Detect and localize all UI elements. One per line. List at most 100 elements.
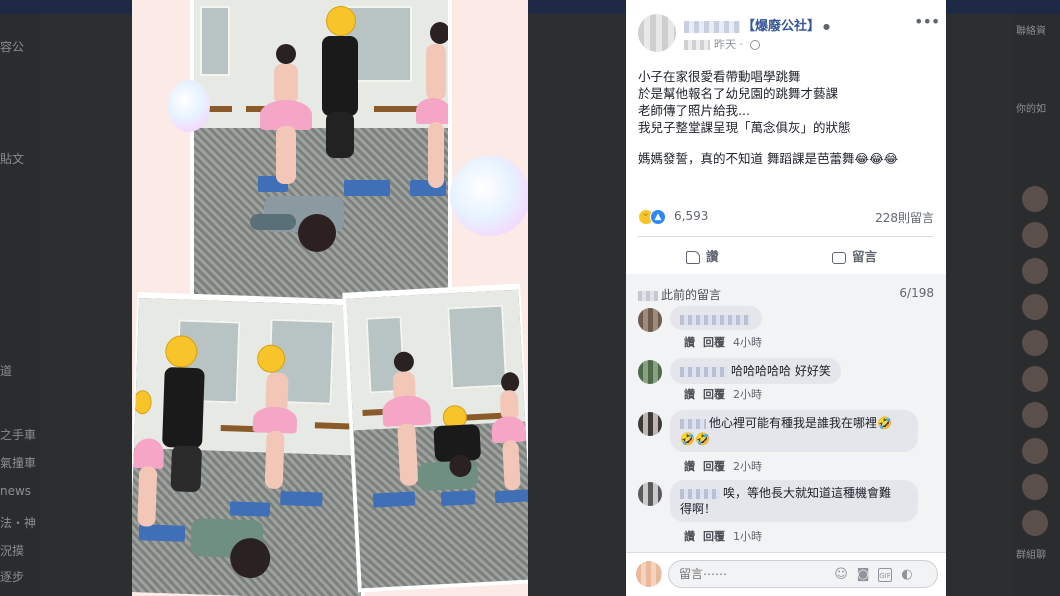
blurred-name bbox=[684, 20, 740, 33]
background-text: 貼文 bbox=[0, 152, 25, 166]
comment-meta: 讚回覆 2小時 bbox=[684, 386, 770, 402]
comment-time[interactable]: 2小時 bbox=[733, 460, 762, 473]
comment-reply-link[interactable]: 回覆 bbox=[703, 388, 725, 401]
background-left-column bbox=[0, 14, 40, 596]
like-label: 讚 bbox=[706, 249, 719, 264]
reaction-icons[interactable]: ᵕ ▲ bbox=[638, 208, 666, 225]
background-text: 氣撞車 bbox=[0, 456, 37, 470]
like-reaction-icon: ▲ bbox=[650, 209, 666, 225]
more-horizontal-icon[interactable]: ••• bbox=[914, 12, 940, 31]
comment-time[interactable]: 1小時 bbox=[733, 530, 762, 543]
like-button[interactable]: 讚 bbox=[686, 246, 719, 265]
author-label[interactable]: 【爆廢公社】 bbox=[742, 19, 820, 34]
background-text: 容公 bbox=[0, 40, 25, 54]
emoji-icon[interactable]: ☺ bbox=[834, 568, 848, 582]
post-actions: 讚 留言 bbox=[638, 240, 934, 270]
background-text: 聯絡資 bbox=[1016, 26, 1046, 37]
current-user-avatar bbox=[636, 561, 662, 587]
commenter-avatar[interactable] bbox=[638, 482, 662, 506]
background-text: 你的如 bbox=[1016, 104, 1046, 115]
comment-time[interactable]: 2小時 bbox=[733, 388, 762, 401]
background-text: 群組聊 bbox=[1016, 550, 1046, 561]
post-time[interactable]: 昨天 bbox=[714, 38, 736, 51]
gif-icon[interactable]: GIF bbox=[878, 568, 892, 582]
post-header: 【爆廢公社】 ● 昨天 · ••• bbox=[626, 0, 946, 58]
comment-text: 哈哈哈哈哈 好好笑 bbox=[731, 364, 831, 378]
comment-meta: 讚回覆 1小時 bbox=[684, 528, 770, 544]
post-panel: 【爆廢公社】 ● 昨天 · ••• 小子在家很愛看帶動唱學跳舞 於是幫他報名了幼兒… bbox=[626, 0, 946, 596]
previous-comments-row[interactable]: 此前的留言 6/198 bbox=[638, 286, 934, 303]
comment-like-link[interactable]: 讚 bbox=[684, 336, 695, 349]
comment-label: 留言 bbox=[852, 249, 878, 264]
comment-text: 🤣🤣 bbox=[680, 432, 710, 446]
comment-button[interactable]: 留言 bbox=[832, 246, 877, 265]
thumbs-up-icon bbox=[686, 251, 700, 264]
comment-like-link[interactable]: 讚 bbox=[684, 530, 695, 543]
comment-reply-link[interactable]: 回覆 bbox=[703, 460, 725, 473]
contact-avatar bbox=[1022, 330, 1048, 356]
comment-reply-link[interactable]: 回覆 bbox=[703, 530, 725, 543]
photo-top bbox=[194, 0, 448, 310]
comment-text: 得啊！ bbox=[680, 502, 717, 516]
blurred-text bbox=[684, 40, 710, 50]
commenter-avatar[interactable] bbox=[638, 308, 662, 332]
background-text: 況摸 bbox=[0, 544, 25, 558]
comment-bubble: 他心裡可能有種我是誰我在哪裡🤣 🤣🤣 bbox=[670, 410, 918, 452]
post-line: 於是幫他報名了幼兒園的跳舞才藝課 bbox=[638, 86, 839, 101]
photo-viewer[interactable] bbox=[132, 0, 528, 596]
post-line: 老師傳了照片給我... bbox=[638, 103, 750, 118]
decorative-bubble bbox=[168, 80, 210, 132]
contact-avatar bbox=[1022, 366, 1048, 392]
composer-icons: ☺ ◙ GIF ◐ bbox=[834, 567, 922, 582]
contact-avatar bbox=[1022, 294, 1048, 320]
background-text: 道 bbox=[0, 364, 13, 378]
reaction-count[interactable]: 6,593 bbox=[674, 209, 708, 223]
page-avatar[interactable] bbox=[638, 14, 676, 52]
decorative-bubble bbox=[450, 156, 528, 236]
comment-meta: 讚回覆 4小時 bbox=[684, 334, 770, 350]
previous-comments-link[interactable]: 此前的留言 bbox=[661, 288, 721, 302]
contact-avatar bbox=[1022, 186, 1048, 212]
comment-bubble bbox=[670, 306, 762, 330]
background-text: 逐步 bbox=[0, 570, 25, 584]
comment-text: 唉，等他長大就知道這種機會難 bbox=[723, 486, 892, 500]
sticker-icon[interactable]: ◐ bbox=[900, 568, 914, 582]
verified-dot-icon: ● bbox=[823, 22, 830, 31]
commenter-avatar[interactable] bbox=[638, 412, 662, 436]
comment-reply-link[interactable]: 回覆 bbox=[703, 336, 725, 349]
background-text: news bbox=[0, 484, 32, 498]
comments-section: 此前的留言 6/198 讚回覆 4小時 哈哈哈哈哈 好好笑 讚回覆 2小時 他心… bbox=[626, 274, 946, 552]
commenter-avatar[interactable] bbox=[638, 360, 662, 384]
post-body: 小子在家很愛看帶動唱學跳舞 於是幫他報名了幼兒園的跳舞才藝課 老師傳了照片給我.… bbox=[638, 68, 938, 167]
contact-avatar bbox=[1022, 438, 1048, 464]
comment-like-link[interactable]: 讚 bbox=[684, 388, 695, 401]
comment-text: 他心裡可能有種我是誰我在哪裡🤣 bbox=[709, 416, 892, 430]
divider bbox=[638, 236, 934, 237]
globe-icon bbox=[749, 40, 760, 50]
blurred-name[interactable] bbox=[680, 418, 706, 429]
post-line: 我兒子整堂課呈現「萬念俱灰」的狀態 bbox=[638, 120, 851, 135]
comment-bubble-icon bbox=[832, 251, 846, 264]
camera-icon[interactable]: ◙ bbox=[856, 568, 870, 582]
post-time-row: 昨天 · bbox=[684, 36, 760, 52]
blurred-name[interactable] bbox=[680, 314, 750, 325]
comment-time[interactable]: 4小時 bbox=[733, 336, 762, 349]
contact-avatar bbox=[1022, 474, 1048, 500]
contact-avatar bbox=[1022, 402, 1048, 428]
comment-bubble: 哈哈哈哈哈 好好笑 bbox=[670, 358, 841, 384]
blurred-name[interactable] bbox=[680, 366, 728, 377]
contact-avatar bbox=[1022, 222, 1048, 248]
photo-bottom-right bbox=[346, 289, 528, 589]
comment-like-link[interactable]: 讚 bbox=[684, 460, 695, 473]
background-text: 之手車 bbox=[0, 428, 37, 442]
comment-count[interactable]: 228則留言 bbox=[875, 209, 934, 226]
comment-bubble: 唉，等他長大就知道這種機會難 得啊！ bbox=[670, 480, 918, 522]
comment-meta: 讚回覆 2小時 bbox=[684, 458, 770, 474]
comments-page-count: 6/198 bbox=[899, 286, 934, 300]
author-name[interactable]: 【爆廢公社】 ● bbox=[684, 15, 830, 34]
photo-bottom-left bbox=[132, 298, 372, 596]
blurred-name[interactable] bbox=[680, 488, 720, 499]
contact-avatar bbox=[1022, 510, 1048, 536]
post-line: 小子在家很愛看帶動唱學跳舞 bbox=[638, 69, 801, 84]
background-text: 法・神 bbox=[0, 516, 37, 530]
